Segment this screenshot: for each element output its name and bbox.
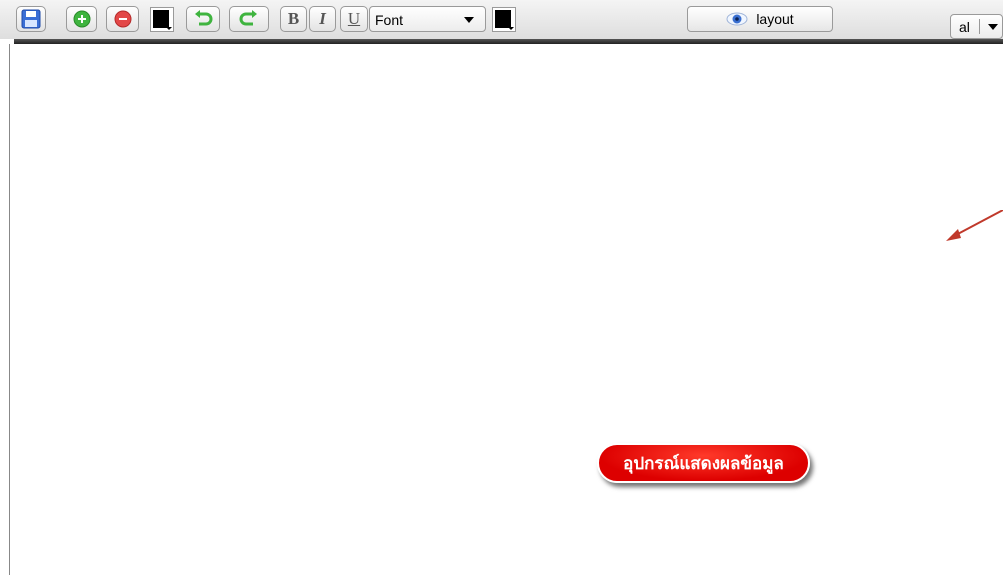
remove-icon: [114, 10, 131, 28]
chevron-down-icon: [464, 17, 474, 23]
undo-icon: [195, 10, 213, 26]
undo-button[interactable]: [186, 6, 220, 32]
save-icon: [21, 9, 41, 29]
layout-button[interactable]: layout: [687, 6, 833, 32]
text-color-picker[interactable]: [492, 7, 516, 32]
fill-color-picker[interactable]: [150, 7, 174, 32]
add-button[interactable]: [66, 6, 97, 32]
redo-icon: [239, 10, 257, 26]
text-color-icon: [495, 10, 511, 28]
chevron-down-icon: [166, 27, 172, 30]
align-select[interactable]: al: [950, 14, 1003, 39]
annotation-arrow[interactable]: [940, 210, 1003, 250]
chevron-down-icon: [508, 27, 514, 30]
font-select[interactable]: Font: [369, 6, 486, 32]
remove-button[interactable]: [106, 6, 139, 32]
editor-toolbar: B I U Font layout al: [0, 0, 1003, 39]
underline-button[interactable]: U: [340, 6, 368, 32]
layout-button-label: layout: [756, 11, 794, 27]
eye-icon: [726, 12, 748, 26]
align-select-value: al: [959, 19, 970, 35]
display-device-badge[interactable]: อุปกรณ์แสดงผลข้อมูล: [597, 443, 810, 483]
save-button[interactable]: [16, 6, 46, 32]
canvas-left-border: [9, 44, 10, 575]
font-select-value: Font: [375, 12, 404, 28]
badge-label: อุปกรณ์แสดงผลข้อมูล: [623, 453, 784, 473]
bold-button[interactable]: B: [280, 6, 307, 32]
bold-label: B: [287, 9, 300, 28]
chevron-down-icon: [988, 24, 998, 30]
italic-label: I: [319, 9, 326, 28]
toolbar-divider: [14, 39, 1003, 44]
underline-label: U: [347, 9, 361, 28]
italic-button[interactable]: I: [309, 6, 336, 32]
select-divider: [979, 19, 980, 34]
fill-color-icon: [153, 10, 169, 28]
redo-button[interactable]: [229, 6, 269, 32]
add-icon: [73, 10, 90, 28]
